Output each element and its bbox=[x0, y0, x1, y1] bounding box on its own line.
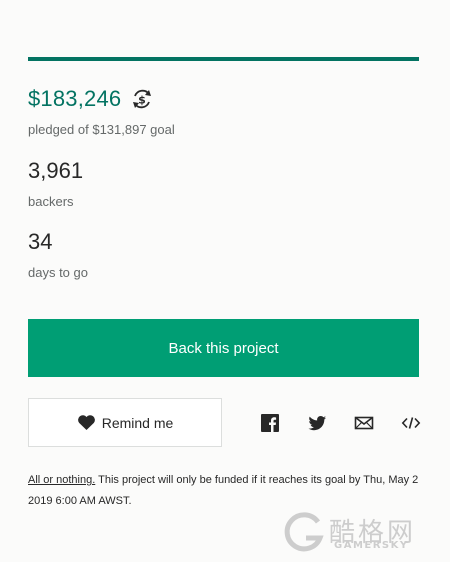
currency-conversion-icon[interactable]: $ bbox=[129, 86, 155, 112]
twitter-icon[interactable] bbox=[307, 413, 327, 433]
pledged-amount-row: $183,246 $ bbox=[28, 86, 155, 112]
backers-count: 3,961 bbox=[28, 158, 84, 183]
back-this-project-label: Back this project bbox=[168, 339, 279, 357]
watermark-logo-icon bbox=[284, 512, 324, 552]
campaign-stats-panel: $183,246 $ pledged of $131,897 goal 3,96… bbox=[0, 0, 450, 562]
pledged-goal-label: pledged of $131,897 goal bbox=[28, 122, 175, 137]
days-to-go-count: 34 bbox=[28, 229, 53, 254]
pledged-amount: $183,246 bbox=[28, 86, 122, 111]
svg-text:$: $ bbox=[138, 94, 146, 107]
backers-label: backers bbox=[28, 194, 74, 209]
funding-progress-fill bbox=[28, 57, 419, 61]
heart-icon bbox=[77, 415, 95, 431]
embed-icon[interactable] bbox=[401, 413, 421, 433]
site-watermark: 酷格网 GAMERSKY bbox=[282, 510, 447, 556]
facebook-icon[interactable] bbox=[260, 413, 280, 433]
watermark-text-en: GAMERSKY bbox=[334, 540, 409, 551]
funding-progress-bar bbox=[28, 57, 419, 61]
back-this-project-button[interactable]: Back this project bbox=[28, 319, 419, 377]
funding-terms-note: All or nothing. This project will only b… bbox=[28, 470, 423, 512]
remind-me-button[interactable]: Remind me bbox=[28, 398, 222, 447]
all-or-nothing-link[interactable]: All or nothing. bbox=[28, 474, 95, 486]
days-to-go-label: days to go bbox=[28, 265, 88, 280]
remind-me-label: Remind me bbox=[101, 414, 174, 431]
email-icon[interactable] bbox=[354, 413, 374, 433]
